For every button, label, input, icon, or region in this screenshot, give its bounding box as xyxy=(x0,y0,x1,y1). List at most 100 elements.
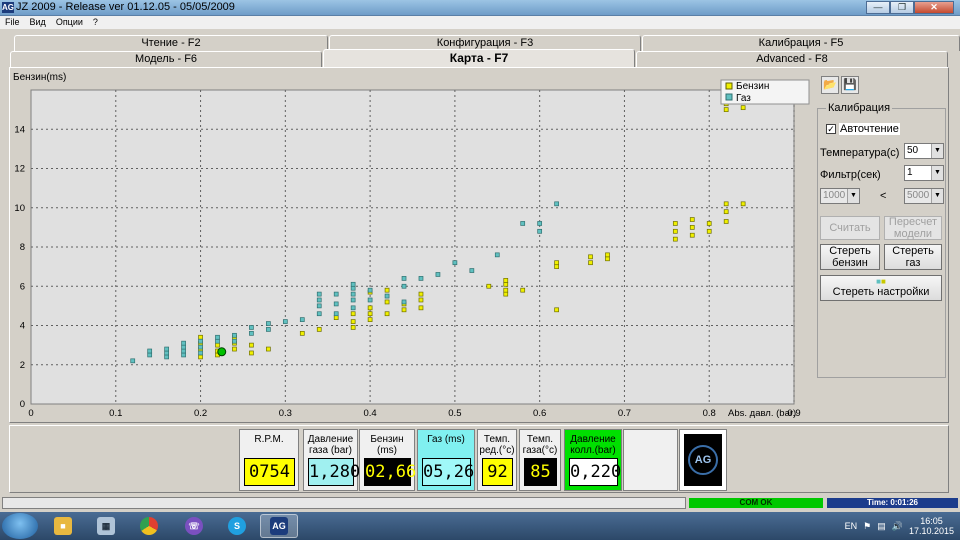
petrol-point xyxy=(723,201,729,207)
ag-logo: AG xyxy=(688,445,718,475)
viber-icon[interactable]: ☏ xyxy=(175,514,213,538)
gauge-label: Давление газа (bar) xyxy=(307,434,354,456)
gas-point xyxy=(266,321,271,326)
calculator-icon[interactable]: ▦ xyxy=(87,514,125,538)
gauge-label: Давление колл.(bar) xyxy=(570,434,616,456)
legend-gas: Газ xyxy=(736,93,751,104)
chevron-down-icon: ▼ xyxy=(931,144,943,158)
filter-select[interactable]: 1 ▼ xyxy=(904,165,944,181)
x-axis-label: Abs. давл. (bar) xyxy=(728,408,796,419)
chevron-down-icon: ▼ xyxy=(931,166,943,180)
gas-point xyxy=(164,354,169,360)
temp-select[interactable]: 50 ▼ xyxy=(904,143,944,159)
tab-read[interactable]: Чтение - F2 xyxy=(14,35,328,51)
petrol-point xyxy=(350,311,356,317)
gas-point xyxy=(401,299,407,305)
gas-point xyxy=(367,297,373,303)
language-indicator[interactable]: EN xyxy=(845,521,858,531)
tab-advanced[interactable]: Advanced - F8 xyxy=(636,51,948,67)
petrol-point xyxy=(689,232,695,238)
gas-point xyxy=(215,338,220,344)
tab-model[interactable]: Модель - F6 xyxy=(10,51,322,67)
gas-point xyxy=(232,332,237,338)
gauge-value: 0754 xyxy=(244,458,295,486)
gas-point xyxy=(494,252,500,258)
gas-point xyxy=(181,352,186,358)
gas-point xyxy=(435,272,441,277)
petrol-point xyxy=(384,311,390,317)
petrol-point xyxy=(198,354,203,360)
gas-point xyxy=(181,344,186,350)
x-tick-label: 0.7 xyxy=(618,408,631,419)
explorer-icon[interactable]: ■ xyxy=(44,514,82,538)
ag-app-icon[interactable]: AG xyxy=(260,514,298,538)
tab-map[interactable]: Карта - F7 xyxy=(323,49,635,67)
save-icon[interactable]: 💾 xyxy=(841,76,859,94)
status-segment xyxy=(2,497,686,509)
gauge-value: 02,66 xyxy=(364,458,416,486)
y-tick-label: 6 xyxy=(20,281,25,292)
gas-point xyxy=(537,228,543,234)
range-max-select[interactable]: 5000 ▼ xyxy=(904,188,944,204)
petrol-point xyxy=(503,291,509,297)
petrol-point xyxy=(689,225,695,230)
x-tick-label: 0.1 xyxy=(109,408,122,419)
petrol-point xyxy=(605,256,610,262)
petrol-point xyxy=(503,278,509,283)
gauge-value: 0,220 xyxy=(569,458,621,486)
skype-icon[interactable]: S xyxy=(218,514,256,538)
scatter-chart: Бензин(ms) 0 0.1 0.2 0.3 0.4 0.5 0.6 0.7 0.8 0.90… xyxy=(13,72,810,419)
petrol-point xyxy=(418,305,424,311)
network-icon[interactable]: ▤ xyxy=(877,521,886,532)
petrol-point xyxy=(706,221,712,226)
gas-point xyxy=(249,331,254,336)
menu-options[interactable]: Опции xyxy=(51,16,88,29)
close-button[interactable]: ✕ xyxy=(914,1,954,14)
calibration-group: Калибрация ✓ Авточтение Температура(c) 5… xyxy=(817,102,946,378)
gauge-label: Бензин (ms) xyxy=(370,434,404,456)
open-folder-icon[interactable]: 📂 xyxy=(821,76,839,94)
gas-point xyxy=(232,338,237,344)
petrol-point xyxy=(689,217,695,222)
gas-point xyxy=(147,348,153,354)
gas-point xyxy=(350,297,356,303)
legend-marker-gas xyxy=(725,93,733,101)
minimize-button[interactable]: — xyxy=(866,1,890,14)
gas-point xyxy=(418,276,424,281)
clear-gas-button[interactable]: Стереть газ xyxy=(884,244,942,270)
petrol-point xyxy=(333,315,339,320)
count-button[interactable]: Считать xyxy=(820,216,880,240)
recalc-model-button[interactable]: Пересчет модели xyxy=(884,216,942,240)
tab-calibration[interactable]: Калибрация - F5 xyxy=(642,35,960,51)
flag-icon[interactable]: ⚑ xyxy=(863,521,871,532)
current-point xyxy=(217,347,227,357)
menu-help[interactable]: ? xyxy=(88,16,103,29)
filter-value: 1 xyxy=(907,167,913,178)
clear-settings-label: Стереть настройки xyxy=(832,286,930,298)
petrol-point xyxy=(706,228,712,234)
volume-icon[interactable]: 🔊 xyxy=(892,521,903,532)
y-tick-label: 4 xyxy=(20,321,25,332)
empty-gauge xyxy=(623,429,678,491)
clear-settings-button[interactable]: ■■ Стереть настройки xyxy=(820,275,942,301)
petrol-point xyxy=(215,342,220,348)
restore-button[interactable]: ❐ xyxy=(890,1,914,14)
petrol-point xyxy=(554,260,559,266)
status-bar: COM OK Time: 0:01:26 xyxy=(0,495,960,511)
clock[interactable]: 16:05 17.10.2015 xyxy=(909,516,954,536)
clear-petrol-button[interactable]: Стереть бензин xyxy=(820,244,880,270)
menu-view[interactable]: Вид xyxy=(25,16,51,29)
gas-point xyxy=(333,291,339,297)
gas-point xyxy=(249,325,254,330)
autoread-checkbox[interactable]: ✓ Авточтение xyxy=(826,123,900,135)
range-min-select[interactable]: 1000 ▼ xyxy=(820,188,860,204)
start-button[interactable] xyxy=(2,513,38,539)
petrol-point xyxy=(723,209,729,215)
chrome-icon[interactable] xyxy=(130,514,168,538)
x-tick-label: 0.3 xyxy=(279,408,292,419)
gas-point xyxy=(316,297,322,303)
menu-file[interactable]: File xyxy=(0,16,25,29)
petrol-point xyxy=(232,346,237,352)
x-tick-label: 0.8 xyxy=(703,408,716,419)
gas-point xyxy=(350,305,356,311)
